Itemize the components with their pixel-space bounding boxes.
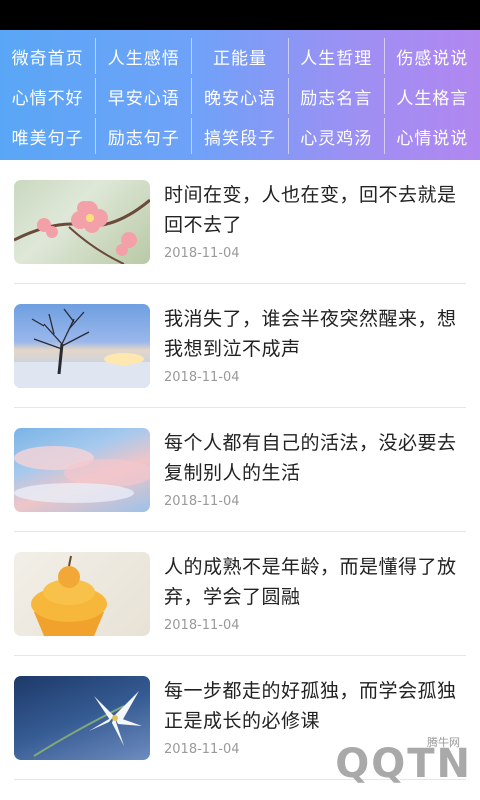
article-date: 2018-11-04 [164,618,240,633]
list-item[interactable]: 每个人都有自己的活法，没必要去复制别人的生活 2018-11-04 [14,408,466,532]
article-date: 2018-11-04 [164,246,240,261]
nav-item-sad-quotes[interactable]: 伤感说说 [385,38,480,74]
article-title[interactable]: 每一步都走的好孤独，而学会孤独正是成长的必修课 [164,676,466,736]
nav-item-inspiring-quotes[interactable]: 励志名言 [289,78,385,114]
status-bar [0,0,480,30]
thumbnail-image [14,428,150,512]
article-date: 2018-11-04 [164,370,240,385]
thumbnail-image [14,304,150,388]
article-title[interactable]: 时间在变，人也在变，回不去就是回不去了 [164,180,466,240]
article-text: 每个人都有自己的活法，没必要去复制别人的生活 2018-11-04 [164,428,466,509]
nav-row: 心情不好 早安心语 晚安心语 励志名言 人生格言 [0,78,480,114]
watermark-subtext: 腾牛网 [427,736,460,749]
watermark-logo: 腾牛网 QQTN [282,734,472,794]
nav-item-beautiful-sentences[interactable]: 唯美句子 [0,118,97,154]
nav-item-bad-mood[interactable]: 心情不好 [0,78,97,114]
nav-item-life-philosophy[interactable]: 人生哲理 [289,38,385,74]
list-item[interactable]: 人的成熟不是年龄，而是懂得了放弃，学会了圆融 2018-11-04 [14,532,466,656]
article-text: 我消失了，谁会半夜突然醒来，想我想到泣不成声 2018-11-04 [164,304,466,385]
nav-item-inspiring-sentences[interactable]: 励志句子 [96,118,193,154]
nav-row: 微奇首页 人生感悟 正能量 人生哲理 伤感说说 [0,38,480,74]
nav-item-chicken-soup[interactable]: 心灵鸡汤 [289,118,385,154]
nav-item-morning-words[interactable]: 早安心语 [96,78,193,114]
nav-row: 唯美句子 励志句子 搞笑段子 心灵鸡汤 心情说说 [0,118,480,154]
list-item[interactable]: 时间在变，人也在变，回不去就是回不去了 2018-11-04 [14,160,466,284]
nav-item-mood-talk[interactable]: 心情说说 [385,118,480,154]
nav-item-positive-energy[interactable]: 正能量 [192,38,289,74]
thumbnail-image [14,676,150,760]
nav-item-night-words[interactable]: 晚安心语 [192,78,289,114]
article-text: 人的成熟不是年龄，而是懂得了放弃，学会了圆融 2018-11-04 [164,552,466,633]
article-list: 时间在变，人也在变，回不去就是回不去了 2018-11-04 我消失了，谁会半夜… [0,160,480,780]
thumbnail-image [14,552,150,636]
article-text: 时间在变，人也在变，回不去就是回不去了 2018-11-04 [164,180,466,261]
nav-item-home[interactable]: 微奇首页 [0,38,97,74]
article-title[interactable]: 人的成熟不是年龄，而是懂得了放弃，学会了圆融 [164,552,466,612]
article-title[interactable]: 我消失了，谁会半夜突然醒来，想我想到泣不成声 [164,304,466,364]
article-date: 2018-11-04 [164,494,240,509]
nav-item-jokes[interactable]: 搞笑段子 [192,118,289,154]
nav-item-life-insight[interactable]: 人生感悟 [96,38,193,74]
list-item[interactable]: 我消失了，谁会半夜突然醒来，想我想到泣不成声 2018-11-04 [14,284,466,408]
thumbnail-image [14,180,150,264]
nav-item-life-maxims[interactable]: 人生格言 [385,78,480,114]
category-nav: 微奇首页 人生感悟 正能量 人生哲理 伤感说说 心情不好 早安心语 晚安心语 励… [0,30,480,160]
article-title[interactable]: 每个人都有自己的活法，没必要去复制别人的生活 [164,428,466,488]
